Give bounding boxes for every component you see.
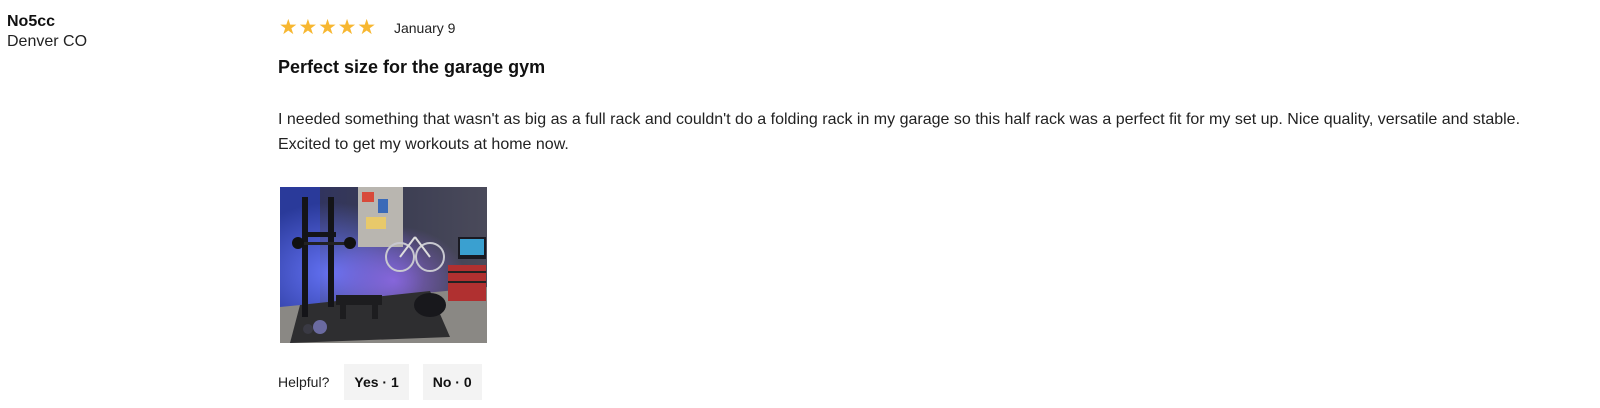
star-icon: ★ [318, 16, 337, 39]
star-icon: ★ [357, 16, 376, 39]
helpful-row: Helpful? Yes · 1 No · 0 [278, 364, 496, 400]
helpful-no-button[interactable]: No · 0 [422, 364, 482, 400]
author-location: Denver CO [7, 33, 88, 50]
star-icon: ★ [337, 16, 357, 39]
review-body: I needed something that wasn't as big as… [278, 111, 1521, 153]
review-photo-thumbnail[interactable] [280, 187, 487, 343]
star-rating: ★ ★ ★ ★ ★ [278, 16, 376, 40]
author-name: No5cc [7, 13, 56, 30]
review-author: No5cc Denver CO [7, 12, 87, 52]
helpful-yes-button[interactable]: Yes · 1 [344, 364, 409, 400]
star-icon: ★ [298, 16, 317, 39]
review-title: Perfect size for the garage gym [278, 57, 546, 77]
garage-gym-photo-icon [280, 187, 487, 343]
review-card: No5cc Denver CO ★ ★ ★ ★ ★ January 9 Perf… [0, 0, 1600, 408]
star-icon: ★ [278, 16, 298, 39]
helpful-label: Helpful? [278, 374, 330, 390]
review-date: January 9 [393, 20, 456, 36]
rating-row: ★ ★ ★ ★ ★ January 9 [278, 16, 456, 40]
